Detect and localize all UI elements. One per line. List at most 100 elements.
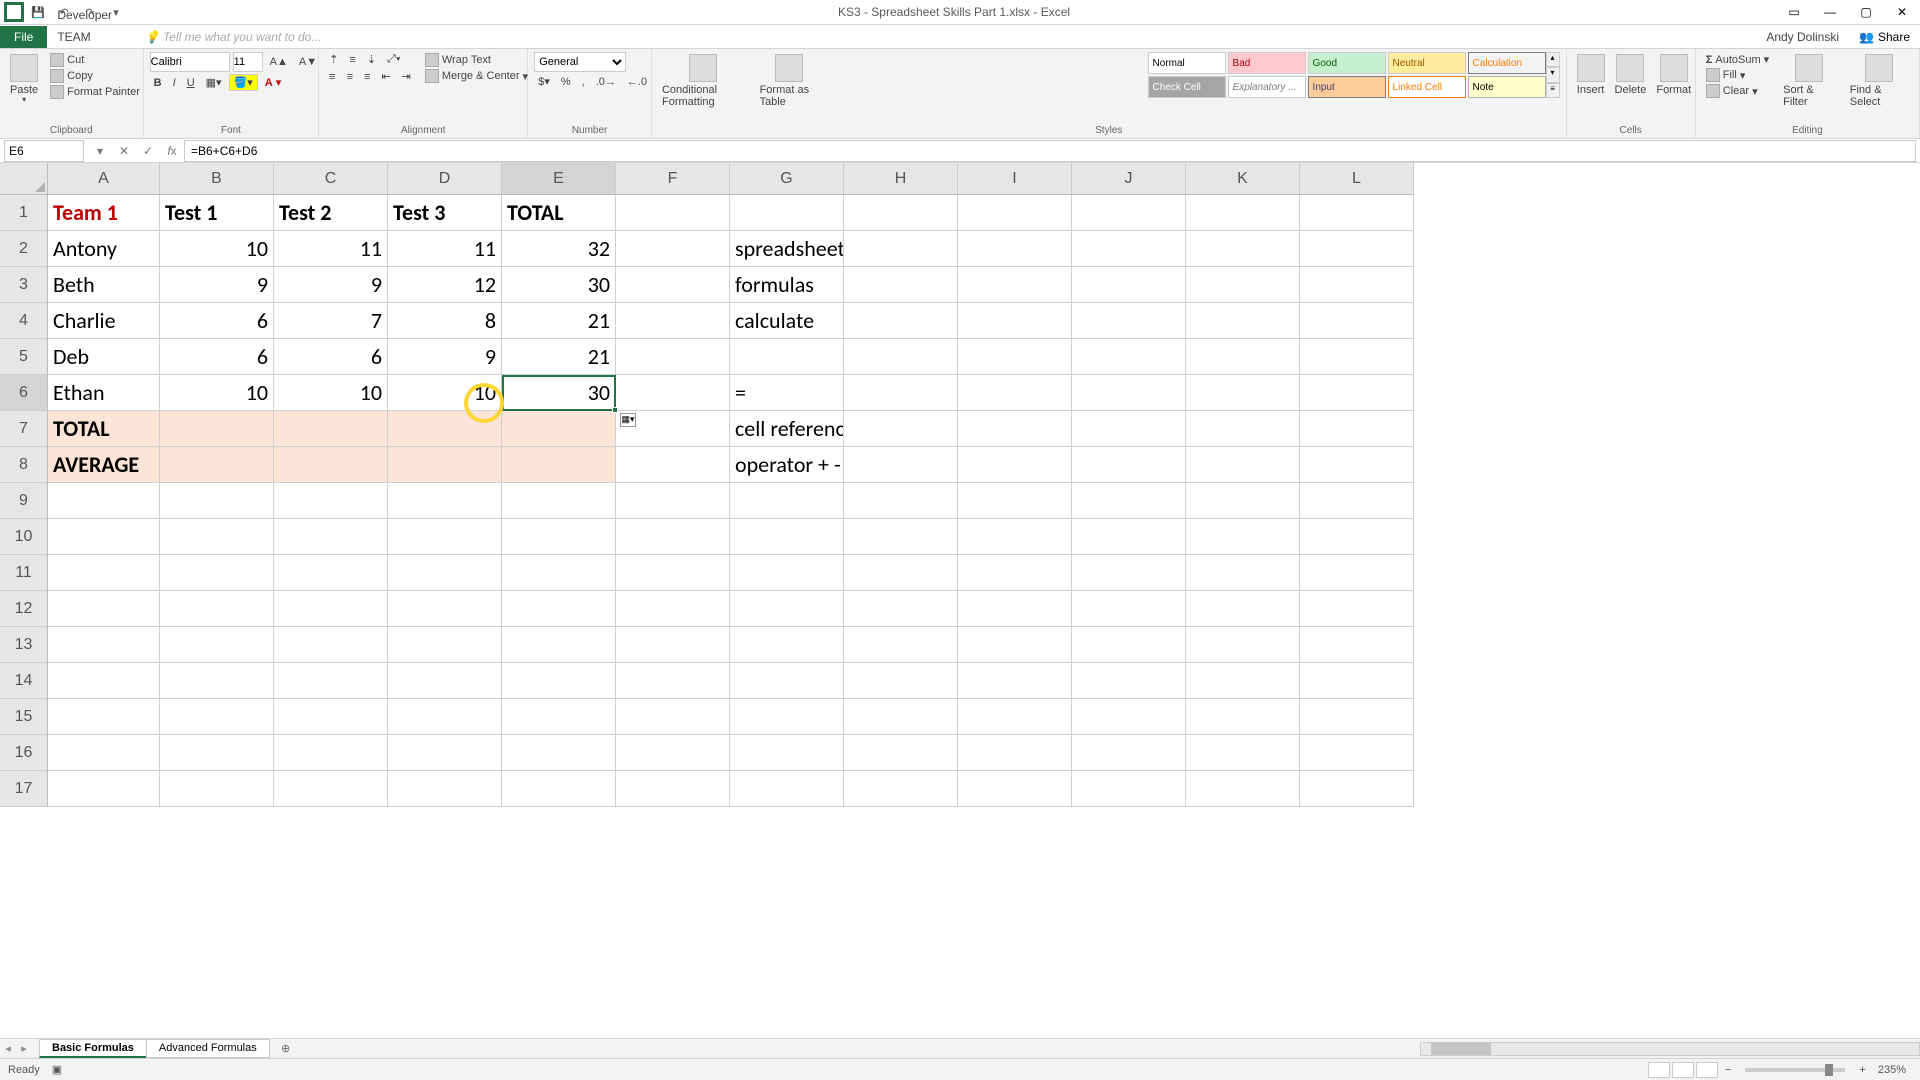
format-as-table-button[interactable]: Format as Table (756, 52, 822, 110)
border-button[interactable]: ▦▾ (202, 75, 226, 90)
wrap-text-button[interactable]: Wrap Text (421, 52, 532, 68)
cell-K8[interactable] (1186, 447, 1300, 483)
row-header-17[interactable]: 17 (0, 771, 48, 807)
row-header-9[interactable]: 9 (0, 483, 48, 519)
cell-A13[interactable] (48, 627, 160, 663)
style-gallery-scroll[interactable]: ▴▾≡ (1546, 52, 1560, 98)
cell-H16[interactable] (844, 735, 958, 771)
cell-G10[interactable] (730, 519, 844, 555)
cell-G1[interactable] (730, 195, 844, 231)
autosum-button[interactable]: Σ AutoSum ▾ (1702, 52, 1773, 67)
cell-I16[interactable] (958, 735, 1072, 771)
cell-B4[interactable]: 6 (160, 303, 274, 339)
cell-B8[interactable] (160, 447, 274, 483)
align-right-button[interactable]: ≡ (360, 70, 374, 84)
row-header-14[interactable]: 14 (0, 663, 48, 699)
cell-K15[interactable] (1186, 699, 1300, 735)
ribbon-options-button[interactable]: ▭ (1776, 0, 1812, 24)
cell-K6[interactable] (1186, 375, 1300, 411)
cell-B2[interactable]: 10 (160, 231, 274, 267)
cell-B9[interactable] (160, 483, 274, 519)
share-button[interactable]: 👥Share (1849, 26, 1920, 48)
cell-J3[interactable] (1072, 267, 1186, 303)
cell-I14[interactable] (958, 663, 1072, 699)
cell-G6[interactable]: = (730, 375, 844, 411)
account-name[interactable]: Andy Dolinski (1756, 26, 1849, 48)
cell-F10[interactable] (616, 519, 730, 555)
col-header-C[interactable]: C (274, 163, 388, 195)
col-header-F[interactable]: F (616, 163, 730, 195)
cell-styles-gallery[interactable] (830, 52, 1148, 98)
cell-E8[interactable] (502, 447, 616, 483)
zoom-out-button[interactable]: − (1719, 1064, 1737, 1076)
column-headers[interactable]: ABCDEFGHIJKL (48, 163, 1414, 195)
decrease-decimal-button[interactable]: ←.0 (623, 75, 651, 89)
orientation-button[interactable]: ⤢▾ (383, 52, 404, 67)
cell-A15[interactable] (48, 699, 160, 735)
cell-B12[interactable] (160, 591, 274, 627)
col-header-A[interactable]: A (48, 163, 160, 195)
style-calculation[interactable]: Calculation (1468, 52, 1546, 74)
cell-G17[interactable] (730, 771, 844, 807)
row-header-15[interactable]: 15 (0, 699, 48, 735)
cell-J11[interactable] (1072, 555, 1186, 591)
cell-G3[interactable]: formulas (730, 267, 844, 303)
cell-H13[interactable] (844, 627, 958, 663)
cell-J16[interactable] (1072, 735, 1186, 771)
cell-H11[interactable] (844, 555, 958, 591)
row-header-7[interactable]: 7 (0, 411, 48, 447)
cell-L17[interactable] (1300, 771, 1414, 807)
grow-font-button[interactable]: A▲ (266, 55, 292, 69)
col-header-K[interactable]: K (1186, 163, 1300, 195)
paste-button[interactable]: Paste▾ (6, 52, 42, 107)
cell-C5[interactable]: 6 (274, 339, 388, 375)
cell-I17[interactable] (958, 771, 1072, 807)
comma-button[interactable]: , (578, 75, 589, 89)
cell-H7[interactable] (844, 411, 958, 447)
cell-A5[interactable]: Deb (48, 339, 160, 375)
cell-B10[interactable] (160, 519, 274, 555)
align-middle-button[interactable]: ≡ (345, 53, 359, 67)
cell-E5[interactable]: 21 (502, 339, 616, 375)
cell-F12[interactable] (616, 591, 730, 627)
cell-L2[interactable] (1300, 231, 1414, 267)
cell-D15[interactable] (388, 699, 502, 735)
sheet-tab-basic-formulas[interactable]: Basic Formulas (39, 1039, 147, 1058)
cell-L6[interactable] (1300, 375, 1414, 411)
cell-I9[interactable] (958, 483, 1072, 519)
shrink-font-button[interactable]: A▼ (295, 55, 321, 69)
cell-J6[interactable] (1072, 375, 1186, 411)
col-header-B[interactable]: B (160, 163, 274, 195)
align-bottom-button[interactable]: ⇣ (363, 52, 380, 67)
cell-F14[interactable] (616, 663, 730, 699)
cell-K10[interactable] (1186, 519, 1300, 555)
cell-D4[interactable]: 8 (388, 303, 502, 339)
cell-I15[interactable] (958, 699, 1072, 735)
cell-J7[interactable] (1072, 411, 1186, 447)
style-normal[interactable]: Normal (1148, 52, 1226, 74)
cell-J2[interactable] (1072, 231, 1186, 267)
cell-D2[interactable]: 11 (388, 231, 502, 267)
cell-C10[interactable] (274, 519, 388, 555)
col-header-G[interactable]: G (730, 163, 844, 195)
cell-D1[interactable]: Test 3 (388, 195, 502, 231)
cell-D16[interactable] (388, 735, 502, 771)
conditional-formatting-button[interactable]: Conditional Formatting (658, 52, 748, 110)
cell-A17[interactable] (48, 771, 160, 807)
cell-H10[interactable] (844, 519, 958, 555)
row-header-4[interactable]: 4 (0, 303, 48, 339)
fill-handle[interactable] (612, 407, 618, 413)
cell-C8[interactable] (274, 447, 388, 483)
select-all-corner[interactable] (0, 163, 48, 195)
col-header-J[interactable]: J (1072, 163, 1186, 195)
cell-L5[interactable] (1300, 339, 1414, 375)
cell-G12[interactable] (730, 591, 844, 627)
cell-H3[interactable] (844, 267, 958, 303)
col-header-I[interactable]: I (958, 163, 1072, 195)
delete-cells-button[interactable]: Delete (1611, 52, 1651, 98)
style-good[interactable]: Good (1308, 52, 1386, 74)
cell-D6[interactable]: 10 (388, 375, 502, 411)
cell-E6[interactable]: 30 (502, 375, 616, 411)
style-input[interactable]: Input (1308, 76, 1386, 98)
cell-E11[interactable] (502, 555, 616, 591)
